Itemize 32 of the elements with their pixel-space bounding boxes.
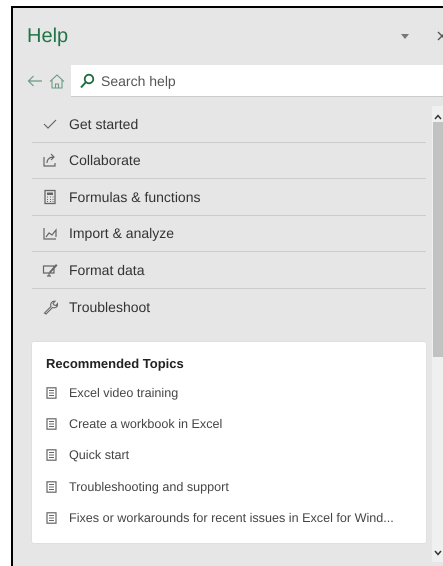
search-icon bbox=[79, 73, 95, 89]
scroll-up-icon[interactable] bbox=[434, 114, 442, 120]
card-title: Recommended Topics bbox=[46, 356, 185, 371]
help-category[interactable]: Get started bbox=[32, 106, 426, 142]
document-icon bbox=[46, 512, 57, 524]
help-category[interactable]: Troubleshoot bbox=[32, 288, 426, 325]
topic-link[interactable]: Excel video training bbox=[69, 386, 178, 400]
help-category[interactable]: Formulas & functions bbox=[32, 179, 426, 216]
scrollbar[interactable] bbox=[432, 106, 443, 562]
document-icon bbox=[46, 480, 57, 493]
share-icon bbox=[42, 152, 58, 168]
document-icon bbox=[46, 418, 57, 430]
help-category[interactable]: Format data bbox=[32, 252, 426, 288]
chart-icon bbox=[42, 225, 58, 242]
wrench-icon bbox=[42, 298, 58, 315]
search-field[interactable]: Search help bbox=[71, 65, 443, 97]
monitor-pencil-icon bbox=[42, 262, 58, 278]
back-arrow-icon[interactable] bbox=[27, 75, 43, 87]
home-icon[interactable] bbox=[49, 74, 65, 88]
topic-link[interactable]: Fixes or workarounds for recent issues in Excel for Wind... bbox=[69, 510, 394, 525]
scroll-down-icon[interactable] bbox=[434, 550, 442, 556]
help-category[interactable]: Collaborate bbox=[32, 142, 426, 179]
document-icon bbox=[46, 449, 57, 462]
document-icon bbox=[46, 386, 57, 399]
calculator-icon bbox=[42, 188, 58, 205]
help-category[interactable]: Import & analyze bbox=[32, 216, 426, 252]
topic-link[interactable]: Troubleshooting and support bbox=[69, 480, 229, 494]
scroll-thumb[interactable] bbox=[432, 122, 442, 357]
topic-link[interactable]: Quick start bbox=[69, 448, 130, 462]
pane-title: Help bbox=[27, 24, 70, 48]
topic-link[interactable]: Create a workbook in Excel bbox=[69, 416, 222, 431]
dropdown-arrow-icon[interactable] bbox=[401, 34, 409, 38]
